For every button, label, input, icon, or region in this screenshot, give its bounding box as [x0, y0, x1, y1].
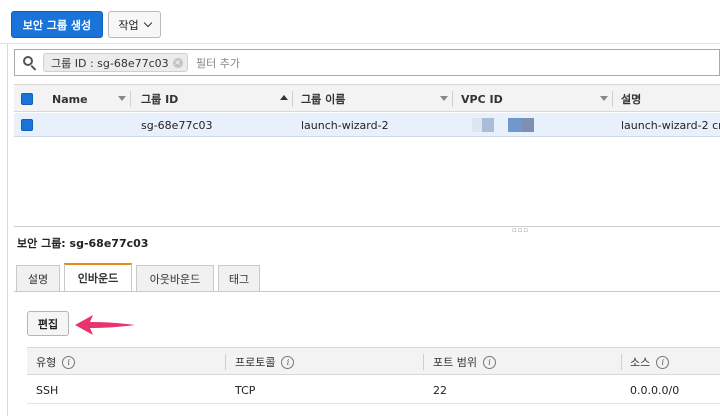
pane-splitter[interactable] — [14, 226, 720, 227]
column-header-source-label: 소스 — [630, 356, 651, 369]
redaction-block — [472, 118, 482, 132]
search-icon — [23, 56, 37, 71]
detail-tabs: 설명 인바운드 아웃바운드 태그 — [14, 263, 720, 292]
redaction-block — [508, 118, 522, 132]
filter-chip[interactable]: 그룹 ID : sg-68e77c03 × — [43, 53, 188, 72]
tab-inbound[interactable]: 인바운드 — [64, 263, 132, 291]
sort-ascending-icon[interactable] — [280, 95, 288, 100]
column-header-protocol-label: 프로토콜 — [235, 356, 276, 369]
column-header-type: 유형 i — [36, 348, 76, 376]
select-all-checkbox[interactable] — [21, 93, 33, 105]
info-icon[interactable]: i — [482, 355, 496, 369]
filter-bar[interactable]: 그룹 ID : sg-68e77c03 × 필터 추가 — [14, 49, 720, 76]
redaction-block — [482, 118, 494, 132]
row-checkbox[interactable] — [21, 119, 33, 131]
edit-button[interactable]: 편집 — [27, 311, 69, 336]
column-header-port-range-label: 포트 범위 — [433, 356, 477, 369]
drag-handle-icon[interactable]: ▫▫▫ — [512, 226, 529, 234]
security-groups-table-header: Name 그룹 ID 그룹 이름 VPC ID 설명 — [14, 84, 720, 112]
column-header-source: 소스 i — [630, 348, 670, 376]
tab-description[interactable]: 설명 — [16, 265, 60, 291]
column-header-description[interactable]: 설명 — [621, 85, 641, 113]
info-icon[interactable]: i — [281, 355, 295, 369]
cell-description: launch-wizard-2 creat — [621, 118, 720, 132]
info-icon[interactable]: i — [62, 355, 76, 369]
column-header-port-range: 포트 범위 i — [433, 348, 496, 376]
column-header-group-id[interactable]: 그룹 ID — [141, 85, 178, 113]
tab-tags[interactable]: 태그 — [218, 265, 260, 291]
add-filter-input[interactable]: 필터 추가 — [196, 55, 240, 71]
inbound-rules-header: 유형 i 프로토콜 i 포트 범위 i 소스 i — [27, 347, 720, 375]
close-icon[interactable]: × — [172, 58, 183, 68]
tab-outbound[interactable]: 아웃바운드 — [136, 265, 214, 291]
redaction-block — [522, 118, 534, 132]
cell-source: 0.0.0.0/0 — [630, 383, 680, 397]
filter-chip-label: 그룹 ID : sg-68e77c03 — [51, 56, 169, 70]
table-row[interactable]: sg-68e77c03 launch-wizard-2 launch-wizar… — [14, 113, 720, 137]
create-security-group-button[interactable]: 보안 그룹 생성 — [11, 11, 103, 38]
actions-dropdown-button[interactable]: 작업 — [108, 11, 161, 38]
detail-title: 보안 그룹: sg-68e77c03 — [17, 237, 149, 250]
chevron-down-icon — [143, 18, 152, 28]
cell-group-name: launch-wizard-2 — [301, 118, 389, 132]
table-row: SSH TCP 22 0.0.0.0/0 — [27, 376, 720, 404]
toolbar: 보안 그룹 생성 작업 — [0, 0, 720, 44]
cell-port-range: 22 — [433, 383, 447, 397]
info-icon[interactable]: i — [656, 355, 670, 369]
left-panel-edge — [0, 44, 8, 416]
column-header-vpc-id[interactable]: VPC ID — [461, 85, 503, 113]
cell-type: SSH — [36, 383, 59, 397]
sort-icon[interactable] — [440, 96, 448, 101]
cell-group-id: sg-68e77c03 — [141, 118, 213, 132]
sort-icon[interactable] — [118, 96, 126, 101]
sort-icon[interactable] — [600, 96, 608, 101]
actions-label: 작업 — [118, 18, 139, 32]
column-header-group-name[interactable]: 그룹 이름 — [301, 85, 345, 113]
column-header-name[interactable]: Name — [52, 85, 88, 113]
cell-protocol: TCP — [235, 383, 256, 397]
column-header-protocol: 프로토콜 i — [235, 348, 295, 376]
arrow-annotation-icon — [75, 315, 135, 335]
column-header-type-label: 유형 — [36, 356, 57, 369]
